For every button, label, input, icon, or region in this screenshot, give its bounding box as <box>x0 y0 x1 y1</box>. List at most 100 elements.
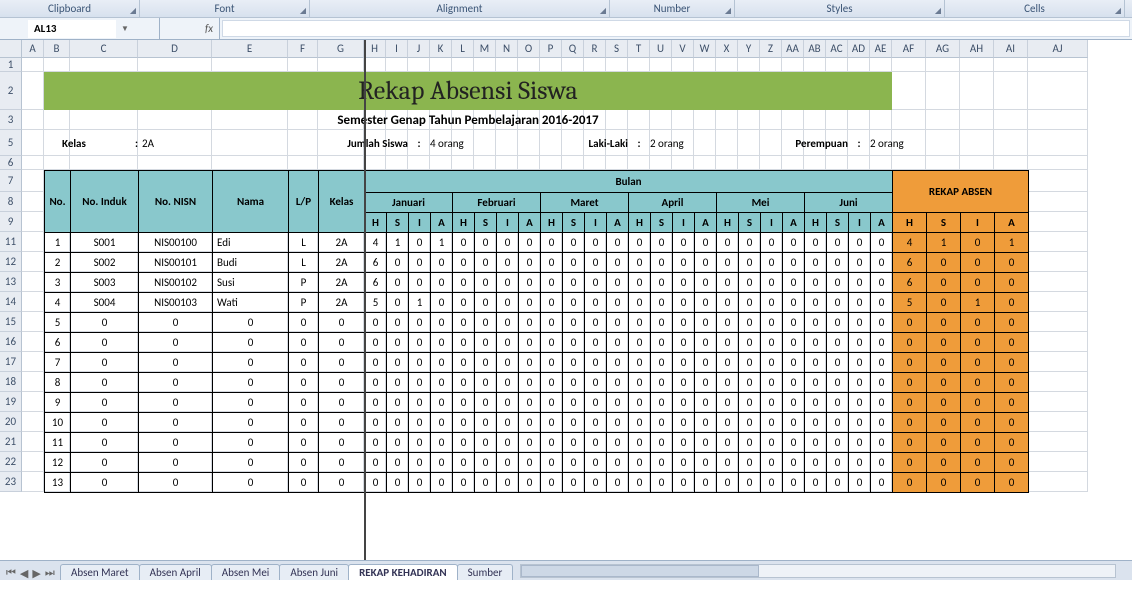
ribbon-group-clipboard[interactable]: Clipboard◢ <box>0 0 140 17</box>
col-header[interactable]: U <box>650 40 672 58</box>
worksheet-area[interactable]: ABCDEFGHIJKLMNOPQRSTUVWXYZAAABACADAEAFAG… <box>0 40 1132 580</box>
table-row[interactable]: 6000000000000000000000000000000000 <box>45 333 1029 353</box>
row-header[interactable]: 1 <box>0 58 22 72</box>
dialog-launcher-icon[interactable]: ◢ <box>130 6 136 16</box>
row-header[interactable]: 11 <box>0 232 22 252</box>
ribbon-group-font[interactable]: Font◢ <box>140 0 310 17</box>
dialog-launcher-icon[interactable]: ◢ <box>300 6 306 16</box>
col-header[interactable]: AJ <box>1028 40 1088 58</box>
row-header[interactable]: 5 <box>0 130 22 156</box>
sheet-tab[interactable]: Absen April <box>139 564 212 580</box>
col-header[interactable]: E <box>212 40 288 58</box>
first-icon[interactable]: ⏮ <box>6 566 16 580</box>
row-header[interactable]: 3 <box>0 110 22 130</box>
row-header[interactable]: 23 <box>0 472 22 492</box>
col-header[interactable]: W <box>694 40 716 58</box>
row-header[interactable]: 8 <box>0 192 22 212</box>
ribbon-group-cells[interactable]: Cells◢ <box>945 0 1125 17</box>
name-box-input[interactable] <box>28 20 116 38</box>
row-header[interactable]: 14 <box>0 292 22 312</box>
row-header[interactable]: 16 <box>0 332 22 352</box>
select-all-corner[interactable] <box>0 40 22 58</box>
table-row[interactable]: 13000000000000000000000000000000000 <box>45 473 1029 493</box>
col-header[interactable]: R <box>584 40 606 58</box>
col-header[interactable]: AI <box>994 40 1028 58</box>
col-header[interactable]: C <box>70 40 138 58</box>
tab-nav-buttons[interactable]: ⏮ ◀ ▶ ⏭ <box>0 566 60 580</box>
col-header[interactable]: AG <box>926 40 960 58</box>
formula-input[interactable] <box>222 20 1130 37</box>
row-header[interactable]: 9 <box>0 212 22 232</box>
col-header[interactable]: AD <box>848 40 870 58</box>
last-icon[interactable]: ⏭ <box>45 566 55 580</box>
row-header[interactable]: 15 <box>0 312 22 332</box>
col-header[interactable]: D <box>138 40 212 58</box>
col-header[interactable]: H <box>364 40 386 58</box>
row-header[interactable]: 22 <box>0 452 22 472</box>
table-row[interactable]: 7000000000000000000000000000000000 <box>45 353 1029 373</box>
fx-icon[interactable]: fx <box>199 22 219 35</box>
dialog-launcher-icon[interactable]: ◢ <box>935 6 941 16</box>
row-header[interactable]: 18 <box>0 372 22 392</box>
col-header[interactable]: G <box>318 40 364 58</box>
sheet-tab[interactable]: Absen Mei <box>211 564 281 580</box>
col-header[interactable]: T <box>628 40 650 58</box>
col-header[interactable]: X <box>716 40 738 58</box>
row-header[interactable]: 20 <box>0 412 22 432</box>
col-header[interactable]: S <box>606 40 628 58</box>
col-header[interactable]: O <box>518 40 540 58</box>
col-header[interactable]: Z <box>760 40 782 58</box>
table-row[interactable]: 1S001NIS00100EdiL2A410100000000000000000… <box>45 233 1029 253</box>
attendance-table[interactable]: No.No. IndukNo. NISNNamaL/PKelasBulanREK… <box>44 170 1029 493</box>
dialog-launcher-icon[interactable]: ◢ <box>1115 6 1121 16</box>
row-header[interactable]: 19 <box>0 392 22 412</box>
col-header[interactable]: M <box>474 40 496 58</box>
sheet-tab[interactable]: Absen Maret <box>60 564 140 580</box>
col-header[interactable]: B <box>44 40 70 58</box>
sheet-tab[interactable]: REKAP KEHADIRAN <box>348 564 458 580</box>
table-row[interactable]: 12000000000000000000000000000000000 <box>45 453 1029 473</box>
col-header[interactable]: J <box>408 40 430 58</box>
chevron-down-icon[interactable]: ▼ <box>118 24 132 34</box>
col-header[interactable]: AB <box>804 40 826 58</box>
col-header[interactable]: I <box>386 40 408 58</box>
horizontal-scrollbar[interactable] <box>520 564 1116 578</box>
table-row[interactable]: 5000000000000000000000000000000000 <box>45 313 1029 333</box>
col-header[interactable]: F <box>288 40 318 58</box>
row-header[interactable]: 12 <box>0 252 22 272</box>
col-header[interactable]: A <box>22 40 44 58</box>
prev-icon[interactable]: ◀ <box>20 567 28 580</box>
table-row[interactable]: 11000000000000000000000000000000000 <box>45 433 1029 453</box>
table-row[interactable]: 4S004NIS00103WatiP2A50100000000000000000… <box>45 293 1029 313</box>
col-header[interactable]: L <box>452 40 474 58</box>
ribbon-group-number[interactable]: Number◢ <box>610 0 735 17</box>
table-row[interactable]: 9000000000000000000000000000000000 <box>45 393 1029 413</box>
col-header[interactable]: AF <box>892 40 926 58</box>
table-row[interactable]: 3S003NIS00102SusiP2A60000000000000000000… <box>45 273 1029 293</box>
col-header[interactable]: K <box>430 40 452 58</box>
col-header[interactable]: AE <box>870 40 892 58</box>
col-header[interactable]: AC <box>826 40 848 58</box>
sheet-tab[interactable]: Sumber <box>457 564 514 580</box>
dialog-launcher-icon[interactable]: ◢ <box>600 6 606 16</box>
next-icon[interactable]: ▶ <box>32 567 40 580</box>
ribbon-group-alignment[interactable]: Alignment◢ <box>310 0 610 17</box>
ribbon-group-styles[interactable]: Styles◢ <box>735 0 945 17</box>
row-header[interactable]: 21 <box>0 432 22 452</box>
col-header[interactable]: Y <box>738 40 760 58</box>
row-headers[interactable]: 1235678911121314151617181920212223 <box>0 58 22 492</box>
table-row[interactable]: 8000000000000000000000000000000000 <box>45 373 1029 393</box>
col-header[interactable]: N <box>496 40 518 58</box>
col-header[interactable]: Q <box>562 40 584 58</box>
row-header[interactable]: 6 <box>0 156 22 170</box>
cell-grid[interactable]: Rekap Absensi SiswaSemester Genap Tahun … <box>22 58 1132 580</box>
col-header[interactable]: V <box>672 40 694 58</box>
row-header[interactable]: 17 <box>0 352 22 372</box>
col-header[interactable]: AA <box>782 40 804 58</box>
name-box[interactable]: ▼ <box>0 18 160 39</box>
table-row[interactable]: 2S002NIS00101BudiL2A60000000000000000000… <box>45 253 1029 273</box>
row-header[interactable]: 2 <box>0 72 22 110</box>
column-headers[interactable]: ABCDEFGHIJKLMNOPQRSTUVWXYZAAABACADAEAFAG… <box>22 40 1088 58</box>
table-row[interactable]: 10000000000000000000000000000000000 <box>45 413 1029 433</box>
col-header[interactable]: P <box>540 40 562 58</box>
